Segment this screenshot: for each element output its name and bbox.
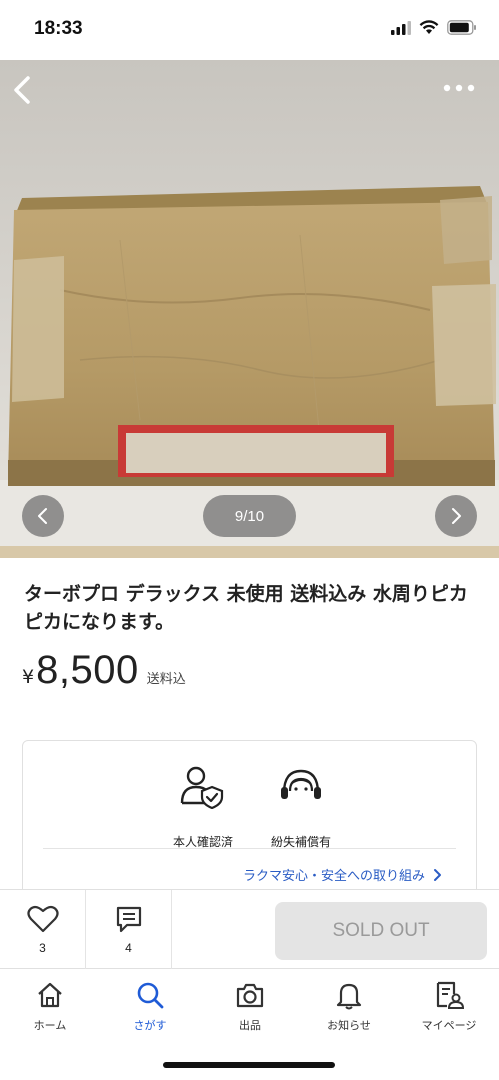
- heart-icon: [26, 905, 59, 933]
- safety-link[interactable]: ラクマ安心・安全への取り組み: [243, 865, 442, 884]
- comment-icon: [116, 906, 141, 933]
- loss-compensation-badge: 紛失補償有: [246, 761, 356, 850]
- support-headset-icon: [281, 769, 321, 799]
- back-button[interactable]: [8, 72, 38, 108]
- safety-divider: [43, 848, 456, 849]
- id-verified-icon: [180, 766, 224, 809]
- camera-icon: [236, 983, 264, 1008]
- more-button[interactable]: [439, 78, 479, 98]
- safety-link-label: ラクマ安心・安全への取り組み: [242, 869, 425, 884]
- status-bar: 18:33: [0, 0, 499, 60]
- status-icons: [391, 20, 477, 35]
- tab-sell[interactable]: 出品: [200, 979, 300, 1033]
- bell-icon: [336, 983, 362, 1010]
- chevron-left-icon: [38, 508, 47, 524]
- like-button[interactable]: 3: [0, 890, 86, 970]
- signal-icon: [391, 20, 411, 35]
- price-value: 8,500: [36, 648, 139, 692]
- home-icon: [38, 982, 62, 1008]
- comment-button[interactable]: 4: [86, 890, 172, 970]
- identity-verified-badge: 本人確認済: [148, 761, 258, 850]
- wifi-icon: [419, 20, 439, 34]
- search-icon: [137, 982, 164, 1009]
- profile-doc-icon: [436, 981, 464, 1009]
- comment-count: 4: [125, 941, 132, 955]
- tab-notifications-label: お知らせ: [327, 1019, 371, 1032]
- tab-search[interactable]: さがす: [100, 979, 200, 1033]
- safety-box: 本人確認済 紛失補償有 ラクマ安心・安全への取り組み: [22, 740, 477, 900]
- more-dots-icon: [443, 84, 475, 92]
- home-indicator: [163, 1062, 335, 1068]
- price-block: ¥ 8,500 送料込: [22, 648, 186, 693]
- product-title: ターボプロ デラックス 未使用 送料込み 水周りピカピカになります。: [24, 583, 468, 633]
- photo-counter: 9/10: [203, 495, 296, 537]
- tab-home-label: ホーム: [33, 1019, 67, 1032]
- status-time: 18:33: [34, 18, 83, 39]
- tab-home[interactable]: ホーム: [0, 979, 100, 1033]
- action-bar: 3 4 SOLD OUT: [0, 889, 499, 970]
- tab-sell-label: 出品: [239, 1019, 261, 1032]
- tab-mypage-label: マイページ: [421, 1019, 477, 1032]
- previous-photo-button[interactable]: [22, 495, 64, 537]
- product-photo[interactable]: [0, 60, 499, 558]
- tab-notifications[interactable]: お知らせ: [299, 979, 399, 1033]
- tab-search-label: さがす: [133, 1019, 167, 1032]
- sold-out-button[interactable]: SOLD OUT: [275, 902, 487, 960]
- chevron-left-icon: [14, 76, 30, 104]
- battery-icon: [447, 20, 476, 35]
- shipping-note: 送料込: [146, 672, 186, 687]
- chevron-right-icon: [434, 868, 441, 881]
- currency-symbol: ¥: [22, 666, 35, 688]
- tab-mypage[interactable]: マイページ: [399, 979, 499, 1033]
- next-photo-button[interactable]: [435, 495, 477, 537]
- chevron-right-icon: [452, 508, 461, 524]
- like-count: 3: [39, 941, 46, 955]
